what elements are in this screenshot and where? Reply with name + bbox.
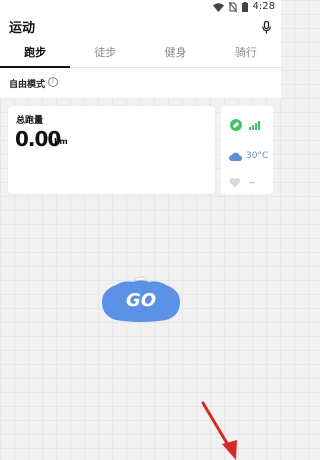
wifi-icon [212, 2, 224, 12]
go-button[interactable]: GO [100, 276, 182, 324]
cloud-icon [229, 152, 243, 161]
battery-icon [241, 2, 248, 12]
microphone-icon [261, 20, 271, 33]
tab-cycling[interactable]: 骑行 [211, 40, 281, 67]
gps-status [221, 115, 273, 135]
info-icon[interactable]: i [48, 77, 58, 87]
total-distance-card[interactable]: 总跑量 0.00 km [8, 106, 215, 194]
mode-bar[interactable]: 自由模式 i [0, 68, 281, 99]
status-time: 4:28 [252, 1, 275, 12]
mode-label[interactable]: 自由模式 [9, 77, 45, 90]
gps-signal-bars [249, 120, 260, 130]
heart-rate-value: -- [249, 177, 255, 187]
tab-fitness[interactable]: 健身 [141, 40, 211, 67]
heart-rate-status: -- [221, 172, 273, 192]
weather-status: 30°C [221, 146, 273, 166]
total-distance-title: 总跑量 [16, 116, 44, 126]
total-distance-unit: km [54, 137, 68, 146]
gps-satellite-icon [230, 119, 242, 131]
no-sim-icon [228, 2, 237, 12]
page-title: 运动 [9, 21, 36, 36]
sport-tabs: 跑步 徒步 健身 骑行 [0, 40, 281, 68]
microphone-button[interactable] [259, 19, 273, 35]
status-side-card: 30°C -- [221, 106, 273, 194]
tab-hiking[interactable]: 徒步 [70, 40, 140, 67]
tab-running[interactable]: 跑步 [0, 40, 71, 68]
red-arrow-annotation [201, 401, 237, 460]
status-bar: 4:28 [0, 0, 281, 14]
status-icons: 4:28 [212, 1, 275, 13]
app-header: 运动 [0, 14, 281, 40]
heart-icon [229, 177, 241, 187]
go-label: GO [125, 290, 157, 311]
temperature: 30°C [246, 151, 269, 161]
